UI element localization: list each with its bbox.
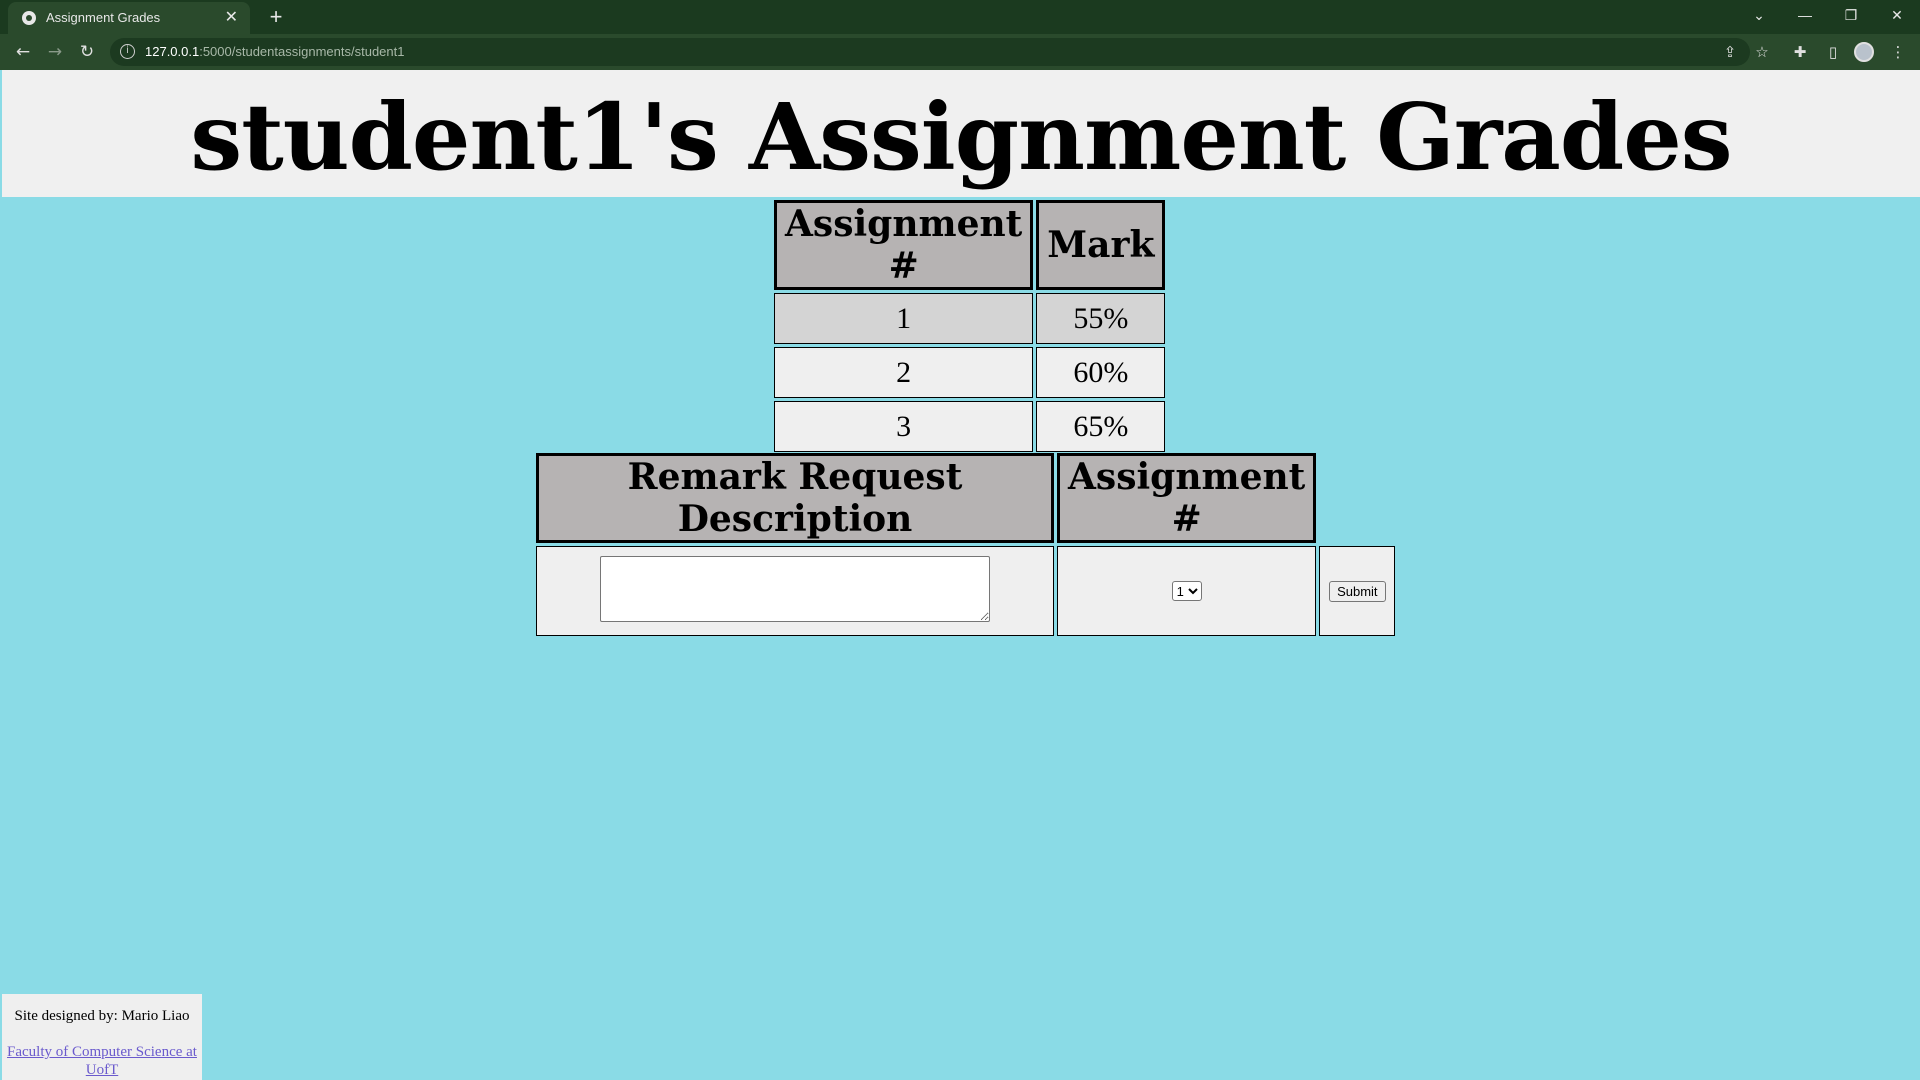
submit-cell: Submit [1319,546,1396,636]
remark-description-textarea[interactable] [600,555,990,622]
side-panel-icon[interactable]: ▯ [1819,38,1847,66]
minimize-icon[interactable]: — [1782,0,1828,30]
page-viewport: student1's Assignment Grades Assignment … [0,70,1920,1080]
forward-icon[interactable]: → [41,38,69,66]
grades-header-row: Assignment # Mark [774,200,1166,290]
profile-avatar[interactable] [1854,42,1874,62]
assignment-select[interactable]: 1 [1171,581,1202,601]
description-cell [536,546,1054,636]
reload-icon[interactable]: ↻ [73,38,101,66]
column-header-assignment: Assignment # [774,200,1034,290]
remark-input-row: 1 Submit [536,546,1396,636]
back-icon[interactable]: ← [9,38,37,66]
menu-kebab-icon[interactable]: ⋮ [1884,38,1912,66]
url-path: :5000/studentassignments/student1 [199,44,405,59]
address-bar[interactable]: i 127.0.0.1:5000/studentassignments/stud… [110,38,1750,66]
grades-table: Assignment # Mark 1 55% 2 60% 3 65% [771,197,1168,455]
page-title: student1's Assignment Grades [190,83,1732,191]
designer-credit: Site designed by: Mario Liao [14,1008,190,1024]
column-header-description: Remark Request Description [536,453,1054,543]
mark-cell: 55% [1036,293,1166,344]
share-icon[interactable]: ⇪ [1716,38,1744,66]
assignment-select-cell: 1 [1057,546,1317,636]
new-tab-button[interactable]: + [262,3,290,31]
remark-header-row: Remark Request Description Assignment # [536,453,1395,543]
tab-search-icon[interactable]: ⌄ [1736,0,1782,30]
url-text: 127.0.0.1:5000/studentassignments/studen… [145,44,404,59]
assignment-number-cell: 1 [774,293,1034,344]
remark-request-form: Remark Request Description Assignment # … [533,450,1398,639]
restore-icon[interactable]: ❐ [1828,0,1874,30]
close-tab-icon[interactable]: ✕ [225,7,238,27]
browser-tab[interactable]: Assignment Grades ✕ [8,2,250,34]
column-header-mark: Mark [1036,200,1166,290]
url-host: 127.0.0.1 [145,44,200,59]
extensions-icon[interactable]: ✚ [1786,38,1814,66]
assignment-number-cell: 3 [774,401,1034,452]
submit-button[interactable]: Submit [1329,580,1386,602]
browser-tab-bar: Assignment Grades ✕ + ⌄ — ❐ ✕ [0,0,1920,34]
table-row: 2 60% [774,347,1166,398]
table-row: 3 65% [774,401,1166,452]
faculty-link[interactable]: Faculty of Computer Science at UofT [2,1043,202,1079]
window-close-icon[interactable]: ✕ [1874,0,1920,30]
browser-toolbar: ← → ↻ i 127.0.0.1:5000/studentassignment… [0,34,1920,70]
site-info-icon[interactable]: i [120,44,135,59]
mark-cell: 60% [1036,347,1166,398]
bookmark-star-icon[interactable]: ☆ [1748,38,1776,66]
page-header: student1's Assignment Grades [2,70,1920,197]
page-footer: Site designed by: Mario Liao Faculty of … [2,994,202,1080]
tab-title: Assignment Grades [46,10,161,25]
column-header-assignment: Assignment # [1057,453,1317,543]
assignment-number-cell: 2 [774,347,1034,398]
globe-icon [22,11,36,25]
table-row: 1 55% [774,293,1166,344]
mark-cell: 65% [1036,401,1166,452]
